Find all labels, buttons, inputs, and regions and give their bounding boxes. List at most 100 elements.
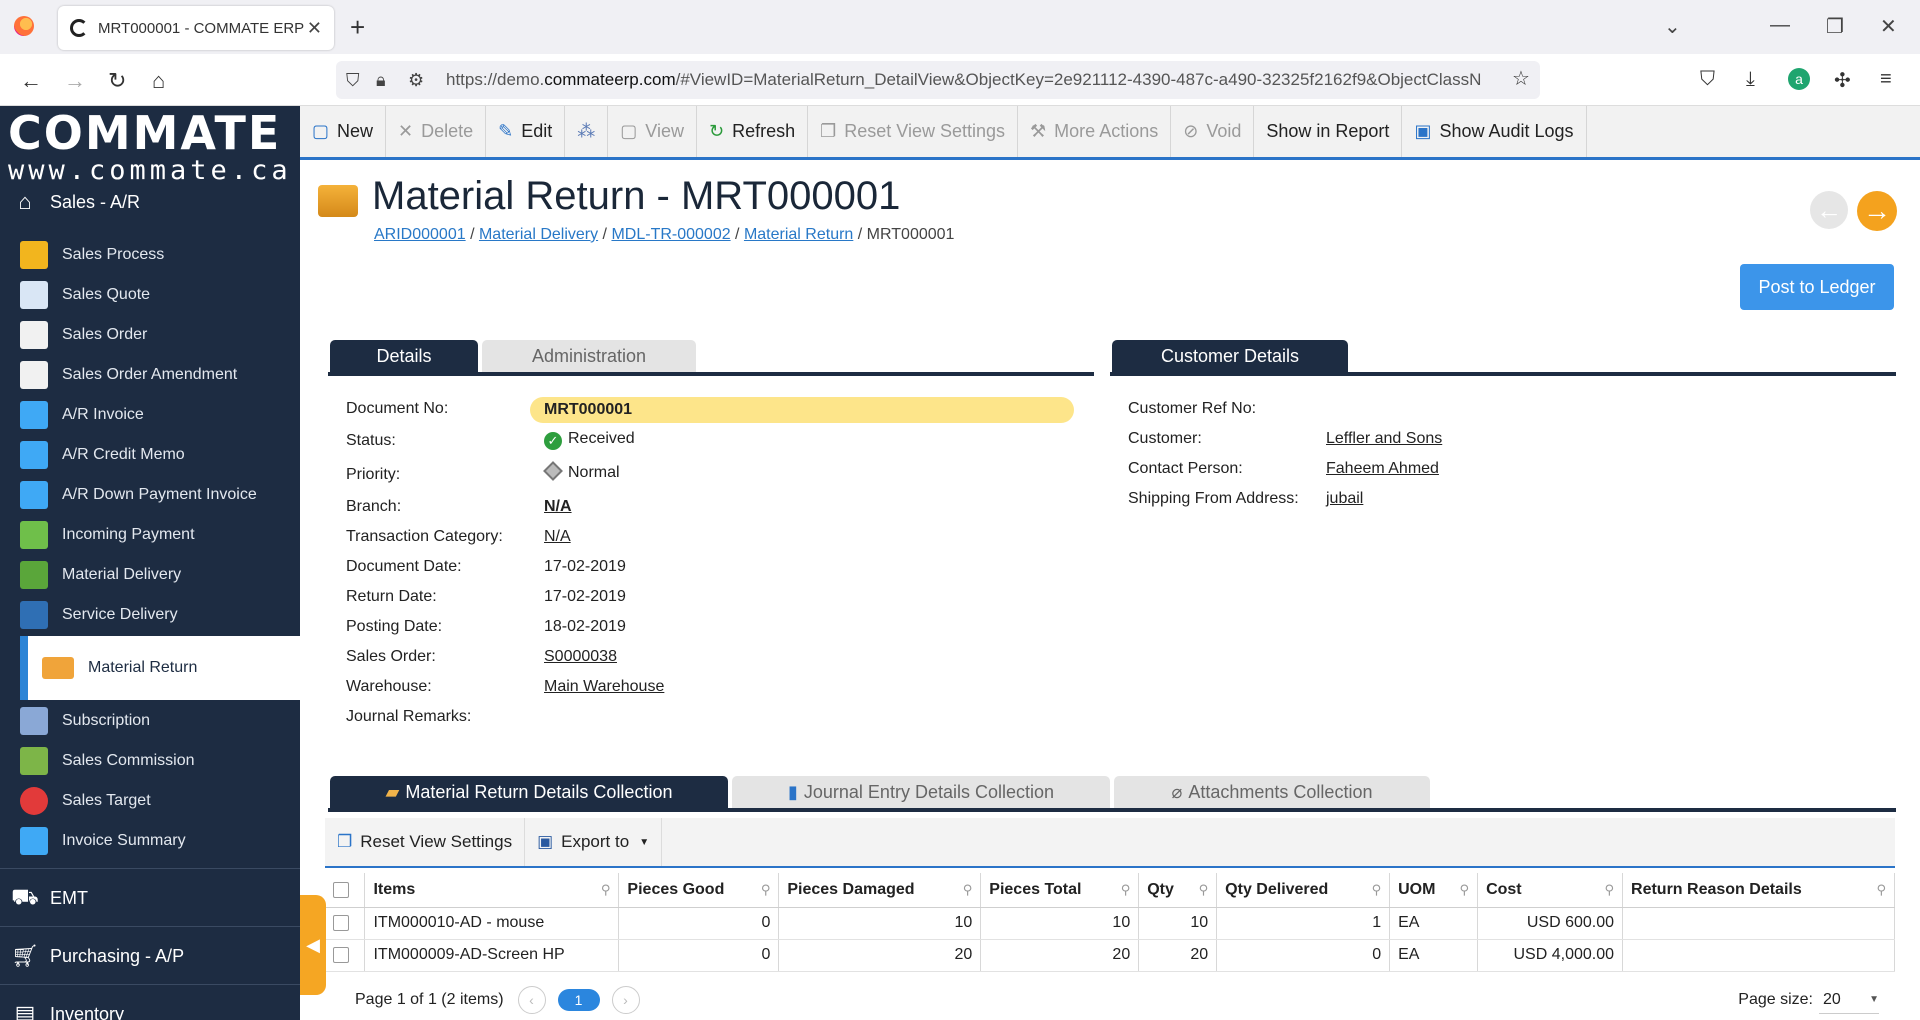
column-header-pieces-good[interactable]: Pieces Good ⚲ xyxy=(618,873,780,908)
table-row[interactable]: ITM000010-AD - mouse 0 10 10 10 1 EA USD… xyxy=(325,907,1895,940)
sidebar-item-incoming-payment[interactable]: Incoming Payment xyxy=(20,515,300,555)
tab-customer-details[interactable]: Customer Details xyxy=(1112,340,1348,372)
more-actions-button[interactable]: ⚒ More Actions xyxy=(1018,106,1172,157)
branch-link[interactable]: N/A xyxy=(544,498,572,516)
sidebar-item-ar-invoice[interactable]: A/R Invoice xyxy=(20,395,300,435)
group-sales-ar[interactable]: ⌂ Sales - A/R xyxy=(0,182,300,222)
new-button[interactable]: ▢ New xyxy=(300,106,387,157)
breadcrumb-link[interactable]: Material Return xyxy=(744,226,853,243)
sales-order-link[interactable]: S0000038 xyxy=(544,648,617,666)
filter-icon[interactable]: ⚲ xyxy=(761,882,771,898)
post-to-ledger-button[interactable]: Post to Ledger xyxy=(1740,264,1894,310)
breadcrumb-link[interactable]: MDL-TR-000002 xyxy=(611,226,730,243)
permissions-icon[interactable]: ⚙ xyxy=(408,70,424,91)
edit-button[interactable]: ✎ Edit xyxy=(486,106,566,157)
row-checkbox[interactable] xyxy=(333,914,349,931)
next-record-icon[interactable]: → xyxy=(1857,191,1897,231)
column-header-qty[interactable]: Qty ⚲ xyxy=(1138,873,1218,908)
shield-icon[interactable]: ⛉ xyxy=(346,70,360,91)
sidebar-item-material-return[interactable]: Material Return xyxy=(20,636,300,700)
extensions-icon[interactable]: ✣ xyxy=(1834,68,1851,93)
column-header-pieces-damaged[interactable]: Pieces Damaged ⚲ xyxy=(778,873,982,908)
prev-page-icon[interactable]: ‹ xyxy=(517,986,546,1014)
checkbox[interactable] xyxy=(333,881,349,898)
menu-icon[interactable]: ≡ xyxy=(1880,68,1892,91)
warehouse-link[interactable]: Main Warehouse xyxy=(544,678,664,696)
column-header-qty-delivered[interactable]: Qty Delivered ⚲ xyxy=(1216,873,1391,908)
pocket-icon[interactable]: ⛉ xyxy=(1700,68,1715,91)
minimize-icon[interactable]: — xyxy=(1770,14,1790,37)
filter-icon[interactable]: ⚲ xyxy=(963,882,973,898)
sidebar-item-ar-down-payment-invoice[interactable]: A/R Down Payment Invoice xyxy=(20,475,300,515)
table-row[interactable]: ITM000009-AD-Screen HP 0 20 20 20 0 EA U… xyxy=(325,939,1895,972)
previous-record-icon[interactable]: ← xyxy=(1810,191,1848,229)
view-button[interactable]: ▢ View xyxy=(608,106,697,157)
sidebar-item-sales-target[interactable]: Sales Target xyxy=(20,781,300,821)
refresh-button[interactable]: ↻ Refresh xyxy=(697,106,809,157)
column-header-items[interactable]: Items ⚲ xyxy=(364,873,620,908)
customer-link[interactable]: Leffler and Sons xyxy=(1326,430,1442,448)
page-size-select[interactable]: 20 ▼ xyxy=(1819,986,1879,1014)
column-header-uom[interactable]: UOM ⚲ xyxy=(1389,873,1479,908)
filter-icon[interactable]: ⚲ xyxy=(1876,882,1886,898)
show-audit-logs-button[interactable]: ▣ Show Audit Logs xyxy=(1402,106,1587,157)
breadcrumb-link[interactable]: ARID000001 xyxy=(374,226,466,243)
restore-icon[interactable]: ❐ xyxy=(1826,14,1844,39)
filter-icon[interactable]: ⚲ xyxy=(1121,882,1131,898)
home-icon[interactable]: ⌂ xyxy=(152,68,165,94)
url-field[interactable]: ⛉ 🔒︎ ⚙ https://demo. commateerp.com/#View… xyxy=(336,61,1540,99)
delete-button[interactable]: ✕ Delete xyxy=(386,106,487,157)
downloads-icon[interactable]: ⤓ xyxy=(1746,68,1755,91)
lock-icon[interactable]: 🔒︎ xyxy=(376,70,386,91)
sidebar-collapse-handle[interactable]: ◀ xyxy=(300,895,326,995)
sidebar-item-sales-process[interactable]: Sales Process xyxy=(20,235,300,275)
tab-journal-entry-details[interactable]: ▮ Journal Entry Details Collection xyxy=(732,776,1110,808)
column-header-cost[interactable]: Cost ⚲ xyxy=(1477,873,1624,908)
tab-details[interactable]: Details xyxy=(330,340,478,372)
group-purchasing[interactable]: 🛒︎ Purchasing - A/P xyxy=(0,936,300,976)
sidebar-item-invoice-summary[interactable]: Invoice Summary xyxy=(20,821,300,861)
sidebar-item-sales-order[interactable]: Sales Order xyxy=(20,315,300,355)
sidebar-item-subscription[interactable]: Subscription xyxy=(20,701,300,741)
contact-person-link[interactable]: Faheem Ahmed xyxy=(1326,460,1439,478)
row-checkbox[interactable] xyxy=(333,946,349,963)
filter-icon[interactable]: ⚲ xyxy=(1604,882,1614,898)
bookmark-star-icon[interactable]: ☆ xyxy=(1512,66,1530,91)
show-in-report-button[interactable]: Show in Report xyxy=(1254,106,1403,157)
reset-view-settings-button[interactable]: ❐ Reset View Settings xyxy=(808,106,1019,157)
workflow-button[interactable]: ⁂ xyxy=(565,106,609,157)
sidebar-item-sales-order-amendment[interactable]: Sales Order Amendment xyxy=(20,355,300,395)
current-page-button[interactable]: 1 xyxy=(557,989,600,1011)
column-header-pieces-total[interactable]: Pieces Total ⚲ xyxy=(980,873,1140,908)
void-button[interactable]: ⊘ Void xyxy=(1171,106,1255,157)
next-page-icon[interactable]: › xyxy=(611,986,640,1014)
column-header-return-reason[interactable]: Return Reason Details ⚲ xyxy=(1622,873,1895,908)
filter-icon[interactable]: ⚲ xyxy=(1199,882,1209,898)
breadcrumb-link[interactable]: Material Delivery xyxy=(479,226,598,243)
shipping-address-link[interactable]: jubail xyxy=(1326,490,1363,508)
filter-icon[interactable]: ⚲ xyxy=(1372,882,1382,898)
browser-tab[interactable]: MRT000001 - COMMATE ERP ✕ xyxy=(58,6,334,50)
sidebar-item-material-delivery[interactable]: Material Delivery xyxy=(20,555,300,595)
grid-reset-view-button[interactable]: ❐ Reset View Settings xyxy=(325,818,526,866)
group-emt[interactable]: ⛟ EMT xyxy=(0,878,300,918)
list-tabs-icon[interactable]: ⌄ xyxy=(1664,14,1681,39)
filter-icon[interactable]: ⚲ xyxy=(1460,882,1470,898)
close-tab-icon[interactable]: ✕ xyxy=(307,18,322,39)
firefox-icon[interactable] xyxy=(14,16,34,36)
tab-administration[interactable]: Administration xyxy=(482,340,696,372)
tab-material-return-details[interactable]: ▰ Material Return Details Collection xyxy=(330,776,728,808)
sidebar-item-service-delivery[interactable]: Service Delivery xyxy=(20,595,300,635)
group-inventory[interactable]: ▤ Inventory xyxy=(0,994,300,1020)
transaction-category-link[interactable]: N/A xyxy=(544,528,571,546)
reload-icon[interactable]: ↻ xyxy=(108,68,126,94)
tab-attachments[interactable]: ⌀ Attachments Collection xyxy=(1114,776,1430,808)
filter-icon[interactable]: ⚲ xyxy=(601,882,611,898)
window-close-icon[interactable]: ✕ xyxy=(1880,14,1897,39)
sidebar-item-sales-quote[interactable]: Sales Quote xyxy=(20,275,300,315)
back-icon[interactable]: ← xyxy=(20,68,42,94)
sidebar-item-sales-commission[interactable]: Sales Commission xyxy=(20,741,300,781)
commate-logo[interactable]: COMMATE www.commate.ca xyxy=(8,108,294,184)
extension-a-icon[interactable]: a xyxy=(1788,68,1810,90)
export-to-button[interactable]: ▣ Export to ▼ xyxy=(525,818,663,866)
